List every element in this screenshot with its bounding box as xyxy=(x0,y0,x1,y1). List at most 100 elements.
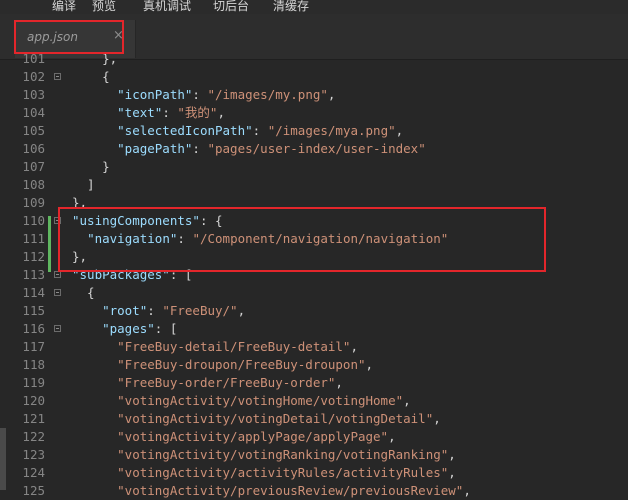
code-line[interactable]: 124 "votingActivity/activityRules/activi… xyxy=(0,464,628,482)
code-text: } xyxy=(72,158,110,176)
json-punct xyxy=(72,339,117,354)
code-line[interactable]: 118 "FreeBuy-droupon/FreeBuy-droupon", xyxy=(0,356,628,374)
switch-background-button[interactable]: 切后台 xyxy=(213,0,249,14)
code-line[interactable]: 117 "FreeBuy-detail/FreeBuy-detail", xyxy=(0,338,628,356)
code-line[interactable]: 121 "votingActivity/votingDetail/votingD… xyxy=(0,410,628,428)
code-editor[interactable]: 101 }, 102 {103 "iconPath": "/images/my.p… xyxy=(0,50,628,498)
json-key: "selectedIconPath" xyxy=(117,123,253,138)
line-number: 110 xyxy=(22,213,45,228)
code-line[interactable]: 116 "pages": [ xyxy=(0,320,628,338)
fold-icon[interactable] xyxy=(54,289,61,296)
code-text: "usingComponents": { xyxy=(72,212,223,230)
remote-debug-button[interactable]: 真机调试 xyxy=(143,0,191,14)
json-key: "usingComponents" xyxy=(72,213,200,228)
code-line[interactable]: 101 }, xyxy=(0,50,628,68)
json-punct: : { xyxy=(199,213,223,228)
scrollbar[interactable] xyxy=(0,428,6,490)
line-number: 117 xyxy=(22,339,45,354)
line-number: 118 xyxy=(22,357,45,372)
json-key: "iconPath" xyxy=(117,87,193,102)
code-text: }, xyxy=(72,50,117,68)
code-line[interactable]: 113 "subPackages": [ xyxy=(0,266,628,284)
json-string: "/images/my.png" xyxy=(207,87,328,102)
code-line[interactable]: 107 } xyxy=(0,158,628,176)
code-text: "votingActivity/votingDetail/votingDetai… xyxy=(72,410,441,428)
json-punct: ] xyxy=(72,177,95,192)
code-text: "votingActivity/votingRanking/votingRank… xyxy=(72,446,456,464)
json-punct: , xyxy=(335,375,343,390)
json-string: "/Component/navigation/navigation" xyxy=(192,231,449,246)
json-string: "votingActivity/activityRules/activityRu… xyxy=(117,465,449,480)
json-string: "votingActivity/applyPage/applyPage" xyxy=(117,429,389,444)
code-line[interactable]: 115 "root": "FreeBuy/", xyxy=(0,302,628,320)
code-line[interactable]: 125 "votingActivity/previousReview/previ… xyxy=(0,482,628,500)
json-punct: : [ xyxy=(169,267,193,282)
code-text: "FreeBuy-order/FreeBuy-order", xyxy=(72,374,343,392)
code-text: "votingActivity/votingHome/votingHome", xyxy=(72,392,411,410)
json-punct: } xyxy=(72,159,110,174)
json-punct xyxy=(72,411,117,426)
code-text: "FreeBuy-droupon/FreeBuy-droupon", xyxy=(72,356,373,374)
line-number: 123 xyxy=(22,447,45,462)
line-number: 112 xyxy=(22,249,45,264)
code-line[interactable]: 119 "FreeBuy-order/FreeBuy-order", xyxy=(0,374,628,392)
json-punct: , xyxy=(217,105,225,120)
line-number: 115 xyxy=(22,303,45,318)
compile-button[interactable]: 编译 xyxy=(52,0,76,14)
code-text: { xyxy=(72,284,95,302)
json-key: "navigation" xyxy=(87,231,178,246)
json-punct: , xyxy=(388,429,396,444)
json-punct: : xyxy=(252,123,268,138)
json-punct: , xyxy=(237,303,246,318)
json-string: "FreeBuy-droupon/FreeBuy-droupon" xyxy=(117,357,366,372)
json-punct xyxy=(72,321,102,336)
line-number: 116 xyxy=(22,321,45,336)
json-punct: , xyxy=(448,465,456,480)
code-text: "votingActivity/applyPage/applyPage", xyxy=(72,428,396,446)
json-punct: , xyxy=(395,123,404,138)
code-line[interactable]: 106 "pagePath": "pages/user-index/user-i… xyxy=(0,140,628,158)
fold-icon[interactable] xyxy=(54,271,61,278)
code-line[interactable]: 102 { xyxy=(0,68,628,86)
fold-icon[interactable] xyxy=(54,325,61,332)
code-text: "votingActivity/activityRules/activityRu… xyxy=(72,464,456,482)
close-icon[interactable]: × xyxy=(113,28,124,43)
json-string: "votingActivity/votingHome/votingHome" xyxy=(117,393,404,408)
line-number: 104 xyxy=(22,105,45,120)
code-line[interactable]: 110 "usingComponents": { xyxy=(0,212,628,230)
line-number: 103 xyxy=(22,87,45,102)
line-number: 119 xyxy=(22,375,45,390)
code-line[interactable]: 123 "votingActivity/votingRanking/voting… xyxy=(0,446,628,464)
json-punct: , xyxy=(365,357,374,372)
json-string: "votingActivity/previousReview/previousR… xyxy=(117,483,464,498)
code-line[interactable]: 103 "iconPath": "/images/my.png", xyxy=(0,86,628,104)
json-punct xyxy=(72,429,117,444)
fold-icon[interactable] xyxy=(54,73,61,80)
json-punct: { xyxy=(72,285,95,300)
clear-cache-button[interactable]: 清缓存 xyxy=(273,0,309,14)
preview-button[interactable]: 预览 xyxy=(92,0,116,14)
json-punct xyxy=(72,375,117,390)
json-string: "FreeBuy-order/FreeBuy-order" xyxy=(117,375,336,390)
code-text: { xyxy=(72,68,110,86)
code-line[interactable]: 111 "navigation": "/Component/navigation… xyxy=(0,230,628,248)
code-line[interactable]: 120 "votingActivity/votingHome/votingHom… xyxy=(0,392,628,410)
code-line[interactable]: 108 ] xyxy=(0,176,628,194)
code-line[interactable]: 109}, xyxy=(0,194,628,212)
json-punct xyxy=(72,105,117,120)
code-line[interactable]: 114 { xyxy=(0,284,628,302)
code-line[interactable]: 112}, xyxy=(0,248,628,266)
fold-icon[interactable] xyxy=(54,217,61,224)
code-text: "text": "我的", xyxy=(72,104,225,122)
line-number: 122 xyxy=(22,429,45,444)
code-line[interactable]: 122 "votingActivity/applyPage/applyPage"… xyxy=(0,428,628,446)
json-punct xyxy=(72,447,117,462)
code-line[interactable]: 104 "text": "我的", xyxy=(0,104,628,122)
json-punct: : [ xyxy=(154,321,178,336)
code-line[interactable]: 105 "selectedIconPath": "/images/mya.png… xyxy=(0,122,628,140)
json-string: "FreeBuy/" xyxy=(162,303,238,318)
line-number: 109 xyxy=(22,195,45,210)
line-number: 120 xyxy=(22,393,45,408)
json-punct xyxy=(72,141,117,156)
json-punct: }, xyxy=(72,195,88,210)
